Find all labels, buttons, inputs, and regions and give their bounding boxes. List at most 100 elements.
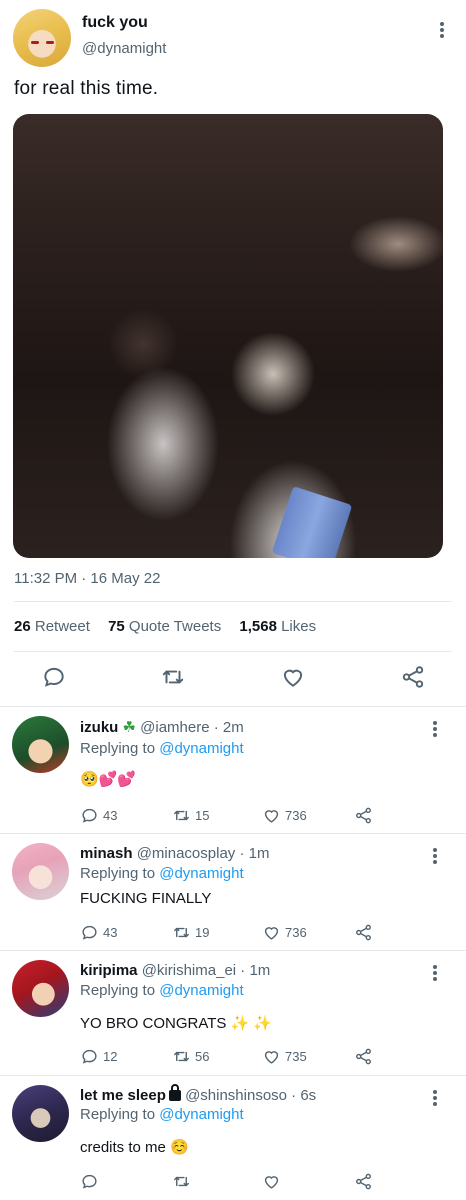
more-options-icon[interactable] [430, 1088, 440, 1108]
divider [14, 601, 452, 602]
retweet-icon [174, 1051, 189, 1061]
share-icon [356, 807, 371, 823]
tweet-text: for real this time. [14, 78, 159, 99]
reply-avatar[interactable] [12, 960, 69, 1017]
retweet-count: 19 [195, 924, 210, 940]
reply-header: let me sleep @shinshinsoso · 6s [80, 1084, 316, 1104]
avatar-eye [31, 41, 39, 44]
replying-to-link[interactable]: @dynamight [159, 740, 243, 757]
reply-reply-button[interactable]: 43 [80, 922, 117, 942]
reply-handle[interactable]: @shinshinsoso · 6s [185, 1087, 316, 1104]
reply-header: izuku ☘ @iamhere · 2m [80, 718, 244, 736]
replying-to-link[interactable]: @dynamight [159, 865, 243, 882]
reply-author-name[interactable]: minash [80, 845, 133, 862]
retweet-label[interactable]: Retweet [35, 618, 90, 635]
reply-like-button[interactable]: 735 [262, 1046, 307, 1066]
clover-icon: ☘ [122, 719, 136, 736]
avatar-eye [46, 41, 54, 44]
reply-text-content: YO BRO CONGRATS [80, 1015, 227, 1032]
reply-retweet-button[interactable]: 19 [172, 922, 209, 942]
photo-cup [271, 486, 353, 558]
reply-share-button[interactable] [354, 1171, 373, 1191]
tweet-photo[interactable] [13, 114, 443, 558]
replying-to-label: Replying to [80, 740, 156, 757]
like-count: 736 [285, 924, 307, 940]
reply-icon[interactable] [41, 664, 67, 690]
share-icon [356, 924, 371, 940]
tweet-timestamp[interactable]: 11:32 PM · 16 May 22 [14, 570, 160, 587]
reply-share-button[interactable] [354, 805, 373, 825]
reply-text: credits to me ☺️ [80, 1139, 189, 1156]
replying-to-label: Replying to [80, 982, 156, 999]
reply-author-name[interactable]: let me sleep [80, 1087, 166, 1104]
more-options-icon[interactable] [430, 963, 440, 983]
tweet-stats: 26 Retweet 75 Quote Tweets 1,568 Likes [14, 618, 316, 635]
reply-reply-button[interactable]: 12 [80, 1046, 117, 1066]
reply-item[interactable]: minash @minacosplay · 1m Replying to @dy… [0, 834, 466, 951]
reply-text: FUCKING FINALLY [80, 890, 212, 907]
quote-label[interactable]: Quote Tweets [129, 618, 221, 635]
reply-like-button[interactable]: 736 [262, 922, 307, 942]
like-count[interactable]: 1,568 [239, 618, 277, 635]
reply-share-button[interactable] [354, 922, 373, 942]
author-handle[interactable]: @dynamight [82, 40, 166, 57]
reply-icon [82, 808, 97, 823]
more-options-icon[interactable] [430, 719, 440, 739]
replying-to: Replying to @dynamight [80, 740, 244, 757]
reply-share-button[interactable] [354, 1046, 373, 1066]
tweet-actions [0, 664, 466, 694]
reply-reply-button[interactable]: 43 [80, 805, 117, 825]
more-options-icon[interactable] [430, 846, 440, 866]
retweet-icon [174, 1176, 189, 1186]
replying-to: Replying to @dynamight [80, 1106, 244, 1123]
reply-item[interactable]: let me sleep @shinshinsoso · 6s Replying… [0, 1076, 466, 1200]
like-icon[interactable] [280, 664, 306, 690]
reply-item[interactable]: kiripima @kirishima_ei · 1m Replying to … [0, 951, 466, 1076]
reply-actions: 12 56 735 [80, 1046, 380, 1066]
more-options-icon[interactable] [437, 20, 447, 40]
reply-retweet-button[interactable] [172, 1171, 191, 1191]
retweet-icon[interactable] [160, 664, 186, 690]
reply-avatar[interactable] [12, 1085, 69, 1142]
like-icon [264, 926, 279, 940]
reply-retweet-button[interactable]: 56 [172, 1046, 209, 1066]
reply-author-name[interactable]: kiripima [80, 962, 138, 979]
reply-reply-button[interactable] [80, 1171, 99, 1191]
reply-handle[interactable]: @iamhere · 2m [140, 719, 244, 736]
reply-avatar[interactable] [12, 843, 69, 900]
retweet-count: 56 [195, 1048, 210, 1064]
retweet-icon [174, 927, 189, 937]
retweet-count[interactable]: 26 [14, 618, 31, 635]
replying-to-link[interactable]: @dynamight [159, 1106, 243, 1123]
like-icon [264, 1050, 279, 1064]
like-icon [264, 809, 279, 823]
replying-to-label: Replying to [80, 865, 156, 882]
replying-to: Replying to @dynamight [80, 982, 244, 999]
share-icon[interactable] [400, 664, 426, 690]
lock-icon [168, 1084, 181, 1101]
reply-like-button[interactable] [262, 1171, 281, 1191]
author-avatar[interactable] [13, 9, 71, 67]
replying-to-link[interactable]: @dynamight [159, 982, 243, 999]
reply-icon [82, 925, 97, 940]
reply-item[interactable]: izuku ☘ @iamhere · 2m Replying to @dynam… [0, 707, 466, 834]
reply-retweet-button[interactable]: 15 [172, 805, 209, 825]
reply-handle[interactable]: @kirishima_ei · 1m [142, 962, 271, 979]
quote-count[interactable]: 75 [108, 618, 125, 635]
retweet-count: 15 [195, 807, 210, 823]
replying-to: Replying to @dynamight [80, 865, 244, 882]
author-name[interactable]: fuck you [82, 14, 148, 32]
like-count: 736 [285, 807, 307, 823]
like-label[interactable]: Likes [281, 618, 316, 635]
reply-avatar[interactable] [12, 716, 69, 773]
reply-like-button[interactable]: 736 [262, 805, 307, 825]
reply-author-name[interactable]: izuku [80, 719, 118, 736]
sparkles-icon: ✨ ✨ [230, 1015, 273, 1032]
replying-to-label: Replying to [80, 1106, 156, 1123]
divider [14, 651, 452, 652]
retweet-icon [174, 810, 189, 820]
reply-icon [82, 1049, 97, 1064]
reply-actions: 43 19 736 [80, 922, 380, 942]
reply-handle[interactable]: @minacosplay · 1m [137, 845, 270, 862]
reply-icon [82, 1174, 97, 1189]
